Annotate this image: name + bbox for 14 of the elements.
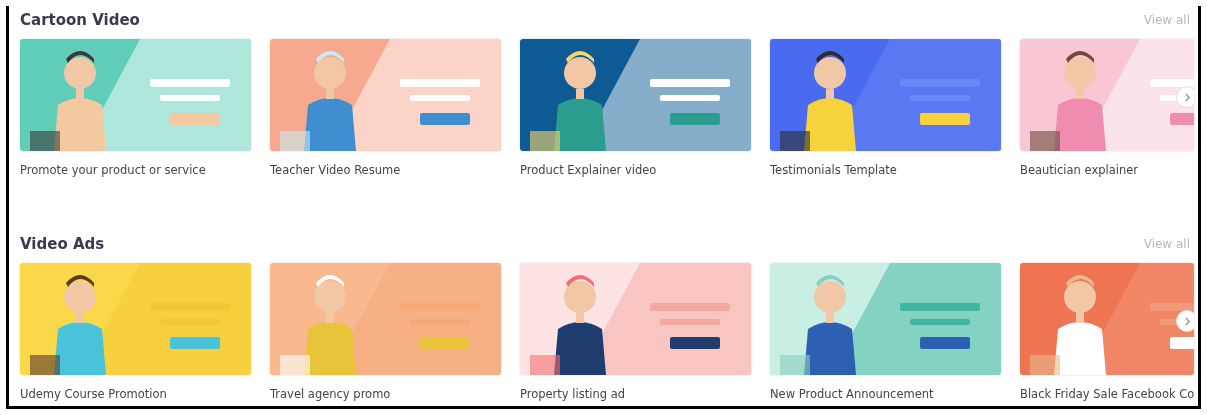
card-caption[interactable]: Beautician explainer — [1020, 163, 1194, 177]
card-caption[interactable]: Black Friday Sale Facebook Co — [1020, 387, 1194, 401]
section-title: Cartoon Video — [20, 11, 140, 29]
card-caption[interactable]: Travel agency promo — [270, 387, 501, 401]
card-caption[interactable]: Property listing ad — [520, 387, 751, 401]
card-caption[interactable]: Promote your product or service — [20, 163, 251, 177]
card-caption[interactable]: New Product Announcement — [770, 387, 1001, 401]
card-caption[interactable]: Teacher Video Resume — [270, 163, 501, 177]
chevron-right-icon — [1182, 92, 1192, 102]
chevron-right-icon — [1182, 316, 1192, 326]
card-caption[interactable]: Product Explainer video — [520, 163, 751, 177]
section-title: Video Ads — [20, 235, 105, 253]
card-caption[interactable]: Testimonials Template — [770, 163, 1001, 177]
card-caption[interactable]: Udemy Course Promotion — [20, 387, 251, 401]
